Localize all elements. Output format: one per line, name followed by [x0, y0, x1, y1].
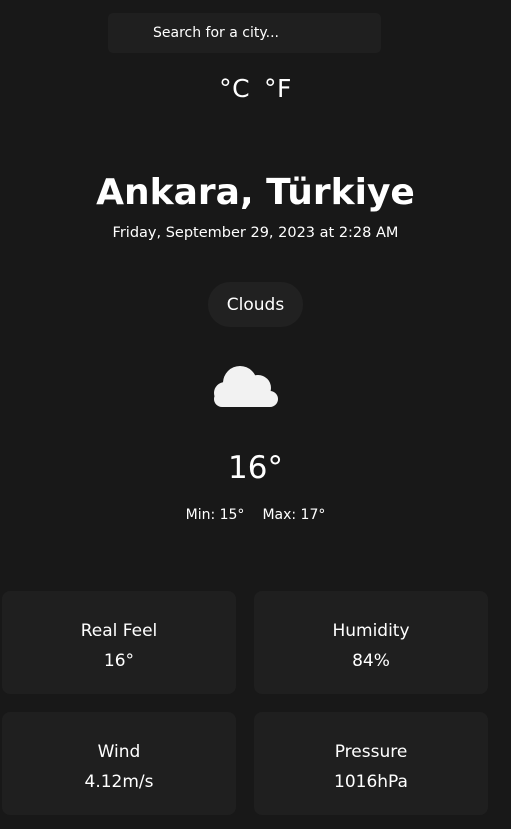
- condition-wrapper: Clouds: [0, 282, 511, 327]
- min-max: Min: 15° Max: 17°: [0, 507, 511, 523]
- card-value: 1016hPa: [334, 772, 408, 792]
- card-value: 4.12m/s: [84, 772, 154, 792]
- max-temperature: Max: 17°: [262, 507, 326, 523]
- current-temperature: 16°: [228, 450, 283, 486]
- search-input[interactable]: [153, 25, 353, 41]
- card-label: Real Feel: [80, 621, 158, 641]
- cloud-icon: [214, 366, 278, 407]
- celsius-button[interactable]: °C: [219, 74, 250, 103]
- card-label: Humidity: [332, 621, 410, 641]
- date-time: Friday, September 29, 2023 at 2:28 AM: [112, 225, 399, 241]
- card-value: 84%: [352, 651, 390, 671]
- unit-toggle: °C °F: [0, 74, 511, 103]
- wind-card: Wind 4.12m/s: [2, 712, 236, 815]
- card-label: Pressure: [334, 742, 408, 762]
- condition-badge: Clouds: [207, 282, 304, 327]
- fahrenheit-button[interactable]: °F: [264, 74, 292, 103]
- pressure-card: Pressure 1016hPa: [254, 712, 488, 815]
- humidity-card: Humidity 84%: [254, 591, 488, 694]
- search-box[interactable]: [108, 13, 381, 53]
- min-temperature: Min: 15°: [185, 507, 245, 523]
- city-name: Ankara, Türkiye: [96, 172, 415, 213]
- card-value: 16°: [103, 651, 135, 671]
- card-label: Wind: [97, 742, 141, 762]
- real-feel-card: Real Feel 16°: [2, 591, 236, 694]
